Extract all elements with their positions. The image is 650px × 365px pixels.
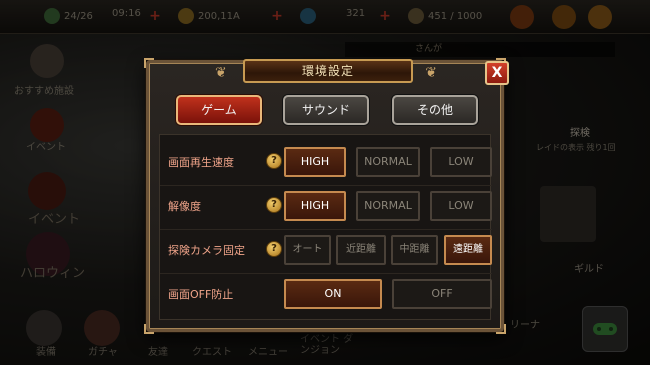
row-divider [160, 273, 492, 274]
help-icon[interactable]: ? [266, 241, 282, 257]
screen-off-on-button[interactable]: ON [284, 279, 382, 309]
resolution-high-button[interactable]: HIGH [284, 191, 346, 221]
help-icon[interactable]: ? [266, 153, 282, 169]
setting-row-resolution: 解像度 ? HIGH NORMAL LOW [160, 187, 492, 225]
playback-speed-label: 画面再生速度 [168, 156, 234, 169]
dialog-title: 環境設定 [243, 59, 413, 83]
tab-other[interactable]: その他 [392, 95, 478, 125]
frame-corner [496, 324, 506, 334]
resolution-label: 解像度 [168, 200, 201, 213]
camera-lock-label: 探険カメラ固定 [168, 244, 245, 257]
screen-off-off-button[interactable]: OFF [392, 279, 492, 309]
settings-panel: 画面再生速度 ? HIGH NORMAL LOW 解像度 ? HIGH NORM… [159, 134, 492, 320]
resolution-normal-button[interactable]: NORMAL [356, 191, 420, 221]
camera-mid-button[interactable]: 中距離 [391, 235, 438, 265]
playback-speed-normal-button[interactable]: NORMAL [356, 147, 420, 177]
setting-row-playback-speed: 画面再生速度 ? HIGH NORMAL LOW [160, 143, 492, 181]
help-icon[interactable]: ? [266, 197, 282, 213]
playback-speed-low-button[interactable]: LOW [430, 147, 492, 177]
row-divider [160, 185, 492, 186]
screen-off-label: 画面OFF防止 [168, 288, 234, 301]
playback-speed-high-button[interactable]: HIGH [284, 147, 346, 177]
tab-sound[interactable]: サウンド [283, 95, 369, 125]
camera-near-button[interactable]: 近距離 [336, 235, 386, 265]
setting-row-screen-off: 画面OFF防止 ON OFF [160, 275, 492, 313]
row-divider [160, 229, 492, 230]
frame-corner [144, 58, 154, 68]
resolution-low-button[interactable]: LOW [430, 191, 492, 221]
camera-far-button[interactable]: 遠距離 [444, 235, 492, 265]
title-flourish-right-icon: ❦ [425, 65, 437, 81]
settings-dialog: ❦ 環境設定 ❦ X ゲーム サウンド その他 画面再生速度 ? HIGH NO… [144, 58, 509, 334]
title-flourish-left-icon: ❦ [215, 65, 227, 81]
close-button[interactable]: X [485, 61, 509, 85]
setting-row-camera-lock: 探険カメラ固定 ? オート 近距離 中距離 遠距離 [160, 231, 492, 269]
tab-game[interactable]: ゲーム [176, 95, 262, 125]
frame-corner [144, 324, 154, 334]
camera-auto-button[interactable]: オート [284, 235, 331, 265]
